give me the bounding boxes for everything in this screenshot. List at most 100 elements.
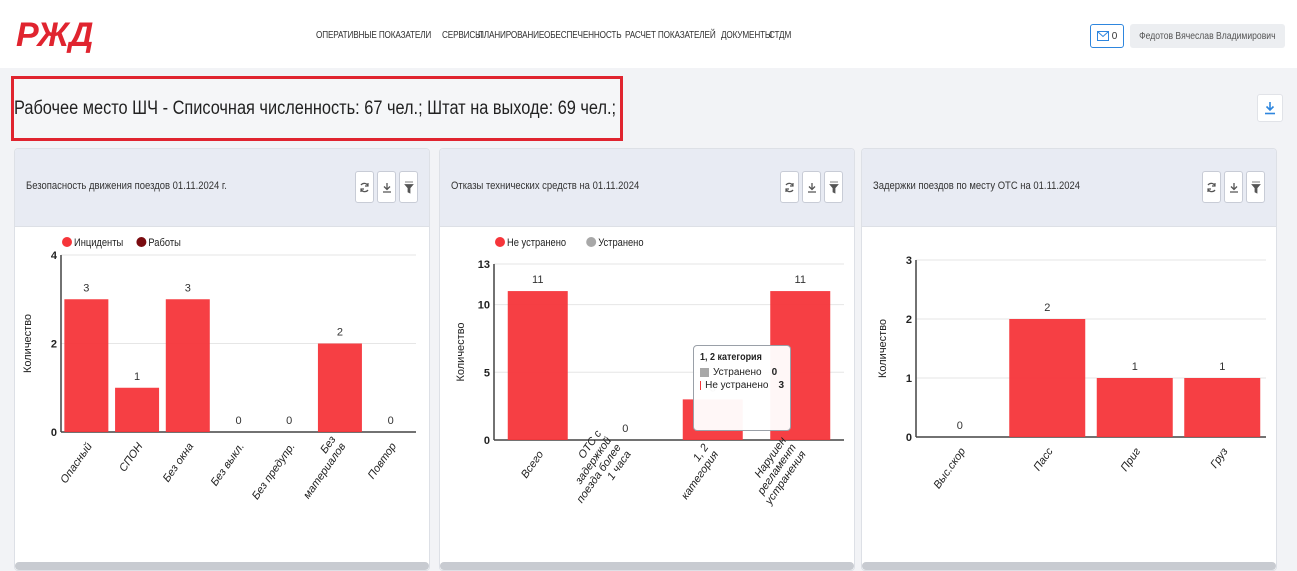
data-label: 2 bbox=[337, 327, 343, 339]
panel-title: Безопасность движения поездов 01.11.2024… bbox=[26, 180, 227, 192]
nav-item-operational[interactable]: ОПЕРАТИВНЫЕ ПОКАЗАТЕЛИ bbox=[316, 30, 431, 41]
download-button[interactable] bbox=[1224, 171, 1243, 203]
y-axis-label: Количество bbox=[455, 322, 467, 381]
legend-label: Работы bbox=[148, 236, 180, 249]
x-tick-label: Без выкл. bbox=[209, 441, 247, 489]
chart-technical-failures: 0 5 10 13 Количество Не устранено Устранено 11 В… bbox=[455, 237, 844, 508]
x-tick-label-line: Без окна bbox=[161, 441, 197, 485]
legend-marker bbox=[62, 237, 72, 247]
legend-swatch-grey bbox=[700, 368, 709, 377]
nav-item-documents[interactable]: ДОКУМЕНТЫ bbox=[721, 30, 772, 41]
download-icon bbox=[1229, 182, 1238, 193]
x-tick-label: 1, 2категория bbox=[679, 442, 721, 502]
user-name: Федотов Вячеслав Владимирович bbox=[1139, 30, 1276, 42]
mail-count: 0 bbox=[1111, 30, 1118, 42]
refresh-icon bbox=[785, 182, 794, 192]
panel-title: Отказы технических средств на 01.11.2024 bbox=[451, 180, 640, 192]
tooltip-row-value: 3 bbox=[778, 380, 784, 391]
x-tick-label: Выс.скор bbox=[931, 446, 968, 491]
refresh-button[interactable] bbox=[355, 171, 374, 203]
bar bbox=[317, 343, 362, 432]
bar bbox=[1184, 378, 1261, 437]
x-tick-label-line: Без предупр. bbox=[250, 441, 298, 502]
data-label: 1 bbox=[1219, 361, 1225, 373]
y-axis-label: Количество bbox=[877, 319, 889, 378]
y-tick-label: 0 bbox=[906, 432, 912, 444]
refresh-button[interactable] bbox=[780, 171, 799, 203]
legend-swatch-red bbox=[700, 381, 702, 390]
filter-button[interactable] bbox=[824, 171, 843, 203]
data-label: 3 bbox=[185, 282, 191, 294]
top-bar: РЖД ОПЕРАТИВНЫЕ ПОКАЗАТЕЛИ СЕРВИСЫ ПЛАНИ… bbox=[0, 0, 1297, 68]
panel-train-delays: Задержки поездов по месту ОТС на 01.11.2… bbox=[861, 148, 1277, 571]
bar bbox=[115, 387, 160, 432]
refresh-icon bbox=[360, 182, 369, 192]
panel-tools bbox=[780, 171, 843, 203]
nav-item-planning[interactable]: ПЛАНИРОВАНИЕ bbox=[478, 30, 544, 41]
y-tick-label: 3 bbox=[906, 255, 912, 267]
y-tick-label: 4 bbox=[51, 250, 58, 262]
x-tick-label: Повтор bbox=[366, 441, 399, 481]
refresh-button[interactable] bbox=[1202, 171, 1221, 203]
nav-item-provision[interactable]: ОБЕСПЕЧЕННОСТЬ bbox=[544, 30, 622, 41]
x-tick-label: Опасный bbox=[58, 441, 95, 486]
download-button[interactable] bbox=[377, 171, 396, 203]
bar bbox=[165, 299, 210, 432]
nav-item-calculation[interactable]: РАСЧЕТ ПОКАЗАТЕЛЕЙ bbox=[625, 30, 716, 41]
legend-label: Инциденты bbox=[74, 237, 123, 249]
filter-button[interactable] bbox=[1246, 171, 1265, 203]
tooltip-row-value: 0 bbox=[771, 367, 778, 378]
y-tick-label: 5 bbox=[484, 367, 490, 379]
tooltip-title: 1, 2 категория bbox=[700, 352, 762, 363]
filter-button[interactable] bbox=[399, 171, 418, 203]
tooltip-row: Устранено 0 bbox=[700, 367, 784, 378]
download-icon bbox=[382, 182, 391, 193]
tooltip-row-label: Устранено bbox=[713, 367, 762, 378]
filter-icon bbox=[1250, 181, 1261, 194]
x-tick-label: Без окна bbox=[161, 441, 197, 485]
chart-traffic-safety: 0 2 4 Количество Инциденты Работы 3 Опасный 1 СПО… bbox=[22, 236, 416, 502]
data-label: 0 bbox=[388, 415, 394, 427]
y-tick-label: 2 bbox=[51, 339, 57, 351]
y-tick-label: 2 bbox=[906, 314, 912, 326]
data-label: 0 bbox=[957, 420, 963, 432]
rzd-logo[interactable]: РЖД bbox=[14, 14, 94, 54]
chart-train-delays: 0 1 2 3 Количество 0 Выс.скор 2 Пасс 1 Приг 1 Груз bbox=[877, 255, 1266, 491]
panel-technical-failures: Отказы технических средств на 01.11.2024… bbox=[439, 148, 855, 571]
x-tick-label-line: Опасный bbox=[58, 441, 95, 486]
x-tick-label: Всего bbox=[519, 449, 546, 481]
filter-icon bbox=[828, 181, 839, 194]
data-label: 0 bbox=[235, 415, 241, 427]
data-label: 0 bbox=[622, 423, 628, 435]
panel-traffic-safety: Безопасность движения поездов 01.11.2024… bbox=[14, 148, 430, 571]
x-tick-label-line: Выс.скор bbox=[931, 446, 968, 491]
svg-text:РЖД: РЖД bbox=[16, 16, 93, 54]
x-tick-label-line: Всего bbox=[519, 449, 546, 481]
main-nav: ОПЕРАТИВНЫЕ ПОКАЗАТЕЛИ СЕРВИСЫ ПЛАНИРОВА… bbox=[316, 30, 792, 41]
data-label: 1 bbox=[1132, 361, 1138, 373]
panel-tools bbox=[355, 171, 418, 203]
refresh-icon bbox=[1207, 182, 1216, 192]
y-tick-label: 0 bbox=[51, 427, 57, 439]
data-label: 0 bbox=[286, 415, 292, 427]
data-label: 11 bbox=[795, 274, 806, 286]
horizontal-scrollbar[interactable] bbox=[862, 562, 1276, 570]
nav-item-stdm[interactable]: СТДМ bbox=[769, 30, 791, 41]
legend-marker bbox=[495, 237, 505, 247]
horizontal-scrollbar[interactable] bbox=[440, 562, 854, 570]
bar bbox=[1009, 319, 1086, 437]
mail-button[interactable]: 0 bbox=[1090, 24, 1124, 48]
nav-item-services[interactable]: СЕРВИСЫ bbox=[442, 30, 482, 41]
x-tick-label: Пасс bbox=[1031, 445, 1056, 473]
download-button[interactable] bbox=[802, 171, 821, 203]
horizontal-scrollbar[interactable] bbox=[15, 562, 429, 570]
user-menu-button[interactable]: Федотов Вячеслав Владимирович bbox=[1130, 24, 1285, 48]
download-icon bbox=[807, 182, 816, 193]
panel-tools bbox=[1202, 171, 1265, 203]
panel-title: Задержки поездов по месту ОТС на 01.11.2… bbox=[873, 180, 1081, 192]
tooltip-row-label: Не устранено bbox=[705, 380, 769, 391]
chart-tooltip: 1, 2 категория Устранено 0 Не устранено … bbox=[693, 345, 791, 431]
page-download-button[interactable] bbox=[1257, 94, 1283, 122]
x-tick-label-line: СПОН bbox=[117, 441, 145, 474]
data-label: 1 bbox=[134, 371, 140, 383]
